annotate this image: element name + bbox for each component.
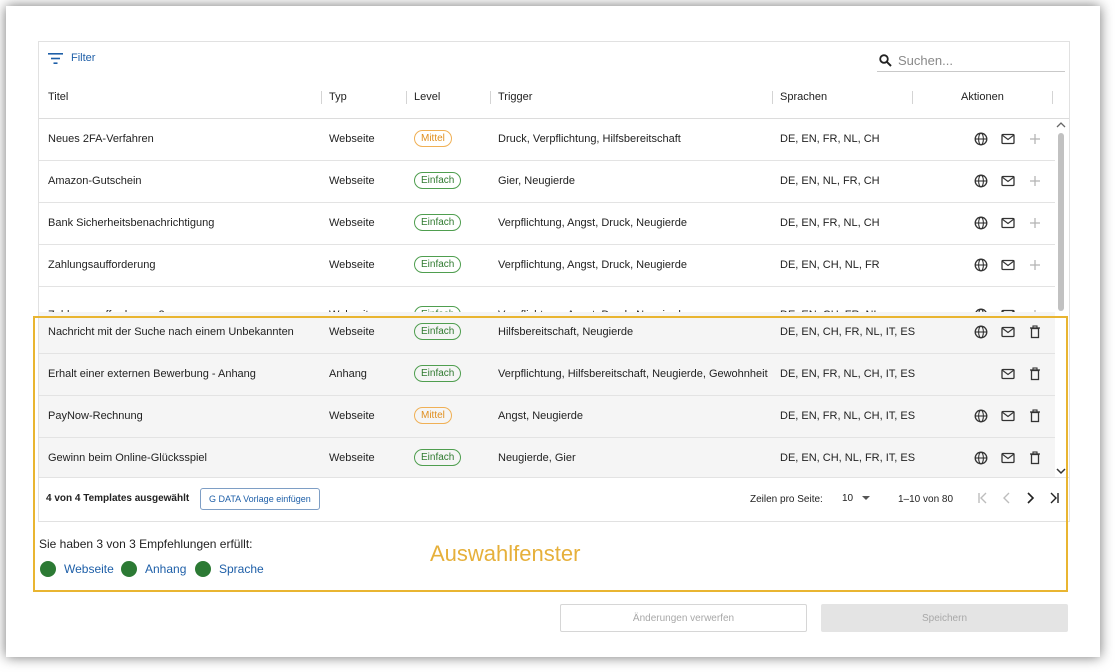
mail-icon[interactable] (1001, 174, 1015, 188)
mail-icon[interactable] (1001, 258, 1015, 272)
filter-icon (48, 52, 63, 64)
column-header-trigger[interactable]: Trigger (498, 78, 532, 118)
row-title: Zahlungsaufforderung (48, 259, 156, 271)
globe-icon[interactable] (974, 132, 988, 146)
row-languages: DE, EN, FR, NL, CH (780, 217, 880, 229)
level-badge: Einfach (414, 214, 462, 231)
filter-label: Filter (71, 52, 96, 64)
column-separator (772, 91, 773, 104)
column-separator (912, 91, 913, 104)
table-row[interactable]: Amazon-Gutschein Webseite Einfach Gier, … (39, 161, 1055, 203)
table-row[interactable]: Neues 2FA-Verfahren Webseite Mittel Druc… (39, 119, 1055, 161)
column-separator (490, 91, 491, 104)
column-header-sprachen[interactable]: Sprachen (780, 78, 827, 118)
save-button[interactable]: Speichern (821, 604, 1068, 632)
search-box (877, 49, 1065, 72)
discard-changes-button[interactable]: Änderungen verwerfen (560, 604, 807, 632)
column-separator (1052, 91, 1053, 104)
row-languages: DE, EN, CH, NL, FR (780, 259, 880, 271)
selection-window-label: Auswahlfenster (430, 541, 581, 566)
row-title: Amazon-Gutschein (48, 175, 142, 187)
row-trigger: Druck, Verpflichtung, Hilfsbereitschaft (498, 133, 681, 145)
globe-icon[interactable] (974, 258, 988, 272)
level-badge: Mittel (414, 130, 452, 147)
table-toolbar: Filter (39, 42, 1069, 78)
add-icon[interactable] (1028, 258, 1042, 272)
row-type: Webseite (329, 259, 375, 271)
add-icon[interactable] (1028, 216, 1042, 230)
scrollbar-thumb[interactable] (1058, 133, 1064, 311)
row-languages: DE, EN, NL, FR, CH (780, 175, 880, 187)
column-header-titel[interactable]: Titel (48, 78, 68, 118)
globe-icon[interactable] (974, 216, 988, 230)
row-type: Webseite (329, 217, 375, 229)
filter-button[interactable]: Filter (48, 52, 95, 64)
row-title: Neues 2FA-Verfahren (48, 133, 154, 145)
level-badge: Einfach (414, 256, 462, 273)
table-header: Titel Typ Level Trigger Sprachen Aktione… (39, 78, 1069, 119)
row-title: Bank Sicherheitsbenachrichtigung (48, 217, 215, 229)
column-separator (406, 91, 407, 104)
mail-icon[interactable] (1001, 216, 1015, 230)
search-input[interactable] (898, 52, 1048, 68)
row-type: Webseite (329, 175, 375, 187)
scroll-up-icon[interactable] (1054, 121, 1068, 129)
row-trigger: Gier, Neugierde (498, 175, 576, 187)
column-separator (321, 91, 322, 104)
row-type: Webseite (329, 133, 375, 145)
column-header-aktionen: Aktionen (961, 91, 1004, 103)
column-header-typ[interactable]: Typ (329, 78, 347, 118)
table-row[interactable]: Bank Sicherheitsbenachrichtigung Webseit… (39, 203, 1055, 245)
row-trigger: Verpflichtung, Angst, Druck, Neugierde (498, 259, 687, 271)
add-icon[interactable] (1028, 132, 1042, 146)
mail-icon[interactable] (1001, 132, 1015, 146)
globe-icon[interactable] (974, 174, 988, 188)
column-header-level[interactable]: Level (414, 78, 440, 118)
row-trigger: Verpflichtung, Angst, Druck, Neugierde (498, 217, 687, 229)
table-row[interactable]: Zahlungsaufforderung Webseite Einfach Ve… (39, 245, 1055, 287)
row-languages: DE, EN, FR, NL, CH (780, 133, 880, 145)
level-badge: Einfach (414, 172, 462, 189)
add-icon[interactable] (1028, 174, 1042, 188)
search-icon (879, 53, 892, 67)
